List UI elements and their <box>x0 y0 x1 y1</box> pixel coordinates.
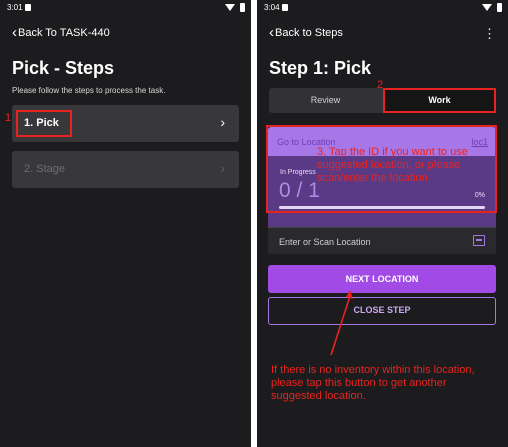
wifi-icon <box>225 4 235 11</box>
battery-icon <box>497 3 502 12</box>
step-label: 2. Stage <box>24 163 65 175</box>
step-item-pick[interactable]: 1. Pick › <box>12 105 239 142</box>
battery-icon <box>240 3 245 12</box>
step-item-stage: 2. Stage › <box>12 151 239 188</box>
annotation-number: 1 <box>5 112 12 124</box>
status-time: 3:01 <box>7 3 23 12</box>
back-button[interactable]: ‹ Back To TASK-440 <box>12 24 110 41</box>
left-screen: 3:01 ‹ Back To TASK-440 Pick - Steps Ple… <box>0 0 251 447</box>
status-bar: 3:01 <box>0 0 251 16</box>
page-title: Pick - Steps <box>12 58 115 78</box>
progress-percent: 0% <box>474 192 485 199</box>
location-input-placeholder: Enter or Scan Location <box>279 237 371 247</box>
back-label: Back to Steps <box>275 27 343 39</box>
progress-bar <box>279 206 485 209</box>
back-button[interactable]: ‹ Back to Steps <box>269 24 343 41</box>
page-subtitle: Please follow the steps to process the t… <box>12 86 166 95</box>
notification-icon <box>25 4 31 11</box>
right-screen: 3:04 ‹ Back to Steps ⋮ Step 1: Pick Revi… <box>257 0 508 447</box>
close-step-button[interactable]: CLOSE STEP <box>268 297 496 325</box>
location-input[interactable]: Enter or Scan Location <box>268 227 496 254</box>
step-label: 1. Pick <box>24 117 59 129</box>
barcode-scan-icon[interactable] <box>473 235 485 246</box>
more-options-icon[interactable]: ⋮ <box>483 27 496 40</box>
chevron-left-icon: ‹ <box>269 24 274 41</box>
page-title: Step 1: Pick <box>269 58 372 78</box>
progress-count: 0 / 1 <box>279 179 320 202</box>
annotation-number: 2 <box>377 79 384 91</box>
tab-work[interactable]: Work <box>383 88 496 113</box>
status-bar: 3:04 <box>257 0 508 16</box>
chevron-left-icon: ‹ <box>12 24 17 41</box>
progress-label: In Progress <box>280 169 316 176</box>
chevron-right-icon: › <box>220 160 225 176</box>
tab-bar: Review Work <box>269 88 496 113</box>
chevron-right-icon: › <box>220 114 225 130</box>
back-label: Back To TASK-440 <box>18 27 110 39</box>
wifi-icon <box>482 4 492 11</box>
status-time: 3:04 <box>264 3 280 12</box>
next-location-button[interactable]: NEXT LOCATION <box>268 265 496 293</box>
annotation-note: If there is no inventory within this loc… <box>271 364 475 402</box>
annotation-note: 3. Tap the ID if you want to use suggest… <box>317 146 468 184</box>
tab-review[interactable]: Review <box>269 88 382 113</box>
notification-icon <box>282 4 288 11</box>
